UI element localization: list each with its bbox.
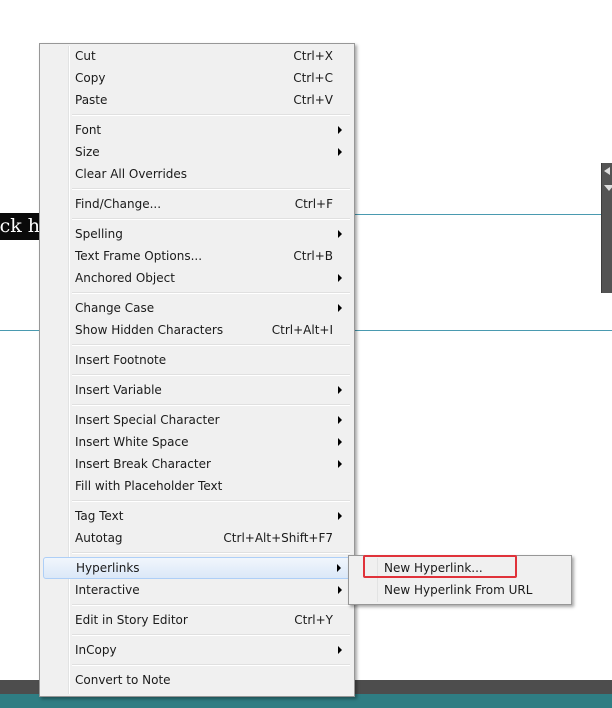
- menu-item-label: Convert to Note: [75, 673, 171, 687]
- menu-item-label: Insert Special Character: [75, 413, 220, 427]
- menu-item-insert-footnote[interactable]: Insert Footnote: [42, 349, 352, 371]
- submenu-arrow-icon: [338, 126, 342, 134]
- menu-item-spelling[interactable]: Spelling: [42, 223, 352, 245]
- menu-separator: [72, 218, 350, 220]
- menu-item-hyperlinks[interactable]: Hyperlinks: [43, 557, 351, 579]
- menu-item-label: Find/Change...: [75, 197, 162, 211]
- menu-item-label: Hyperlinks: [76, 561, 140, 575]
- menu-item-text-frame-options[interactable]: Text Frame Options... Ctrl+B: [42, 245, 352, 267]
- menu-item-find-change[interactable]: Find/Change... Ctrl+F: [42, 193, 352, 215]
- menu-separator: [72, 552, 350, 554]
- submenu-arrow-icon: [338, 586, 342, 594]
- menu-item-font[interactable]: Font: [42, 119, 352, 141]
- submenu-arrow-icon: [338, 274, 342, 282]
- menu-separator: [72, 500, 350, 502]
- submenu-arrow-icon: [338, 304, 342, 312]
- menu-item-incopy[interactable]: InCopy: [42, 639, 352, 661]
- menu-item-label: Autotag: [75, 531, 123, 545]
- document-text-fragment: ck h: [0, 213, 40, 240]
- submenu-arrow-icon: [338, 386, 342, 394]
- menu-item-copy[interactable]: Copy Ctrl+C: [42, 67, 352, 89]
- submenu-arrow-icon: [338, 646, 342, 654]
- menu-item-shortcut: Ctrl+Alt+Shift+F7: [223, 531, 333, 545]
- menu-item-label: Paste: [75, 93, 108, 107]
- menu-item-size[interactable]: Size: [42, 141, 352, 163]
- menu-item-label: Font: [75, 123, 102, 137]
- submenu-arrow-icon: [338, 512, 342, 520]
- menu-item-interactive[interactable]: Interactive: [42, 579, 352, 601]
- menu-item-cut[interactable]: Cut Ctrl+X: [42, 45, 352, 67]
- menu-separator: [72, 404, 350, 406]
- submenu-arrow-icon: [338, 438, 342, 446]
- menu-separator: [72, 634, 350, 636]
- menu-item-label: Fill with Placeholder Text: [75, 479, 223, 493]
- menu-item-label: InCopy: [75, 643, 117, 657]
- menu-item-label: Change Case: [75, 301, 155, 315]
- context-menu: Cut Ctrl+X Copy Ctrl+C Paste Ctrl+V Font Size Cl…: [39, 43, 355, 697]
- menu-item-autotag[interactable]: Autotag Ctrl+Alt+Shift+F7: [42, 527, 352, 549]
- menu-separator: [72, 114, 350, 116]
- menu-item-label: Insert Break Character: [75, 457, 211, 471]
- menu-item-insert-break-character[interactable]: Insert Break Character: [42, 453, 352, 475]
- menu-separator: [72, 604, 350, 606]
- menu-item-label: Cut: [75, 49, 96, 63]
- menu-item-shortcut: Ctrl+Y: [294, 613, 333, 627]
- menu-item-label: Size: [75, 145, 100, 159]
- menu-separator: [72, 344, 350, 346]
- side-panel-collapsed[interactable]: [601, 163, 612, 293]
- submenu-arrow-icon: [338, 460, 342, 468]
- menu-item-insert-variable[interactable]: Insert Variable: [42, 379, 352, 401]
- menu-item-fill-with-placeholder-text[interactable]: Fill with Placeholder Text: [42, 475, 352, 497]
- menu-item-show-hidden-characters[interactable]: Show Hidden Characters Ctrl+Alt+I: [42, 319, 352, 341]
- menu-item-change-case[interactable]: Change Case: [42, 297, 352, 319]
- menu-separator: [72, 374, 350, 376]
- menu-item-convert-to-note[interactable]: Convert to Note: [42, 669, 352, 691]
- menu-item-label: Show Hidden Characters: [75, 323, 224, 337]
- menu-item-label: Clear All Overrides: [75, 167, 188, 181]
- menu-item-label: Copy: [75, 71, 106, 85]
- menu-item-tag-text[interactable]: Tag Text: [42, 505, 352, 527]
- menu-item-label: Edit in Story Editor: [75, 613, 188, 627]
- menu-item-label: Anchored Object: [75, 271, 175, 285]
- collapse-arrow-icon[interactable]: [604, 167, 610, 175]
- submenu-item-label: New Hyperlink From URL: [384, 583, 533, 597]
- submenu-arrow-icon: [337, 564, 341, 572]
- menu-item-label: Text Frame Options...: [75, 249, 203, 263]
- menu-item-insert-special-character[interactable]: Insert Special Character: [42, 409, 352, 431]
- menu-item-shortcut: Ctrl+B: [293, 249, 333, 263]
- menu-separator: [72, 292, 350, 294]
- menu-item-label: Spelling: [75, 227, 123, 241]
- submenu-item-new-hyperlink-from-url[interactable]: New Hyperlink From URL: [351, 579, 569, 601]
- menu-item-insert-white-space[interactable]: Insert White Space: [42, 431, 352, 453]
- menu-item-label: Tag Text: [75, 509, 124, 523]
- menu-item-label: Insert Variable: [75, 383, 162, 397]
- panel-menu-icon[interactable]: [604, 185, 612, 191]
- menu-separator: [72, 664, 350, 666]
- menu-item-shortcut: Ctrl+X: [293, 49, 333, 63]
- menu-item-edit-in-story-editor[interactable]: Edit in Story Editor Ctrl+Y: [42, 609, 352, 631]
- menu-item-paste[interactable]: Paste Ctrl+V: [42, 89, 352, 111]
- menu-item-clear-all-overrides[interactable]: Clear All Overrides: [42, 163, 352, 185]
- menu-item-anchored-object[interactable]: Anchored Object: [42, 267, 352, 289]
- menu-item-shortcut: Ctrl+V: [293, 93, 333, 107]
- menu-item-label: Interactive: [75, 583, 140, 597]
- menu-item-label: Insert Footnote: [75, 353, 167, 367]
- submenu-arrow-icon: [338, 230, 342, 238]
- guide-line-upper: [353, 214, 601, 215]
- menu-item-shortcut: Ctrl+F: [294, 197, 333, 211]
- menu-item-shortcut: Ctrl+Alt+I: [271, 323, 333, 337]
- annotation-highlight-box: [363, 555, 517, 578]
- menu-item-label: Insert White Space: [75, 435, 189, 449]
- submenu-arrow-icon: [338, 416, 342, 424]
- menu-item-shortcut: Ctrl+C: [293, 71, 333, 85]
- submenu-arrow-icon: [338, 148, 342, 156]
- menu-separator: [72, 188, 350, 190]
